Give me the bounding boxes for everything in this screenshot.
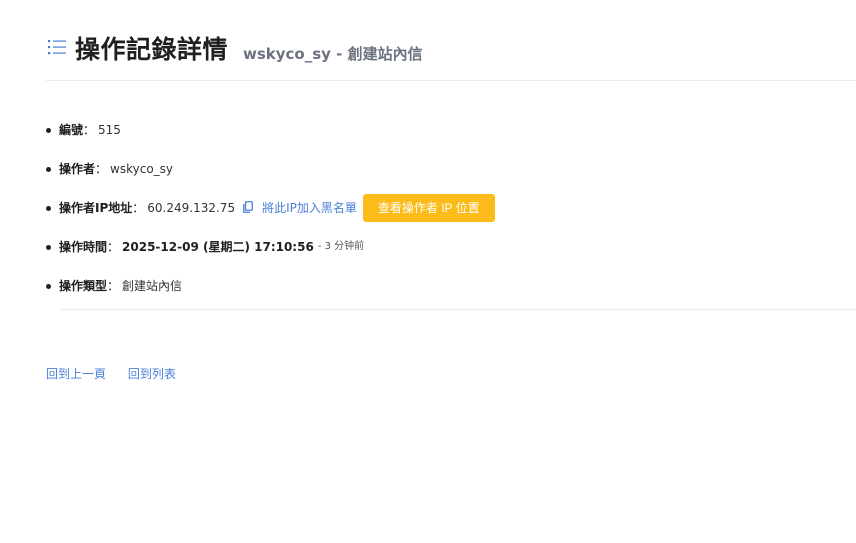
- back-link[interactable]: 回到上一頁: [46, 367, 106, 381]
- detail-separator: ：: [132, 201, 145, 215]
- bullet: [46, 206, 51, 211]
- back-to-list-link[interactable]: 回到列表: [128, 367, 176, 381]
- detail-separator: ：: [107, 279, 120, 293]
- bullet: [46, 245, 51, 250]
- detail-separator: ：: [95, 162, 108, 176]
- bullet: [46, 284, 51, 289]
- operation-time-value: 2025-12-09 (星期二) 17:10:56: [122, 240, 314, 254]
- detail-label: 操作類型: [59, 279, 108, 293]
- footer-links: 回到上一頁 回到列表: [46, 365, 194, 382]
- detail-value: 創建站內信: [122, 279, 183, 293]
- bullet: [46, 128, 51, 133]
- section-divider: [60, 309, 856, 310]
- list-icon: [48, 40, 66, 55]
- view-ip-location-button[interactable]: 查看操作者 IP 位置: [362, 194, 495, 222]
- detail-item-time: 操作時間： 2025-12-09 (星期二) 17:10:56- 3 分钟前: [46, 231, 856, 270]
- detail-value: wskyco_sy: [110, 162, 174, 176]
- page: 操作記錄詳情 wskyco_sy - 創建站內信 編號： 515 操作者： wsky…: [0, 0, 856, 543]
- detail-label: 操作者IP地址: [59, 201, 133, 215]
- blacklist-ip-link[interactable]: 將此IP加入黑名單: [262, 192, 357, 224]
- relative-time: - 3 分钟前: [317, 241, 365, 252]
- copy-icon[interactable]: [243, 201, 253, 213]
- detail-label: 編號: [59, 123, 84, 137]
- detail-value: 515: [98, 123, 121, 137]
- page-header: 操作記錄詳情 wskyco_sy - 創建站內信: [46, 28, 856, 81]
- detail-list: 編號： 515 操作者： wskyco_sy 操作者IP地址： 60.249.132.…: [46, 114, 856, 309]
- detail-item-id: 編號： 515: [46, 114, 856, 153]
- detail-separator: ：: [107, 240, 120, 254]
- bullet: [46, 167, 51, 172]
- detail-label: 操作者: [59, 162, 96, 176]
- detail-item-ip: 操作者IP地址： 60.249.132.75 將此IP加入黑名單 查看操作者 IP…: [46, 192, 856, 231]
- detail-item-type: 操作類型：創建站內信: [46, 270, 856, 309]
- ip-address-value: 60.249.132.75: [147, 201, 236, 215]
- detail-separator: ：: [83, 123, 96, 137]
- page-title: 操作記錄詳情: [75, 35, 229, 64]
- detail-label: 操作時間: [59, 240, 108, 254]
- detail-item-operator: 操作者： wskyco_sy: [46, 153, 856, 192]
- page-subtitle: wskyco_sy - 創建站內信: [243, 45, 423, 63]
